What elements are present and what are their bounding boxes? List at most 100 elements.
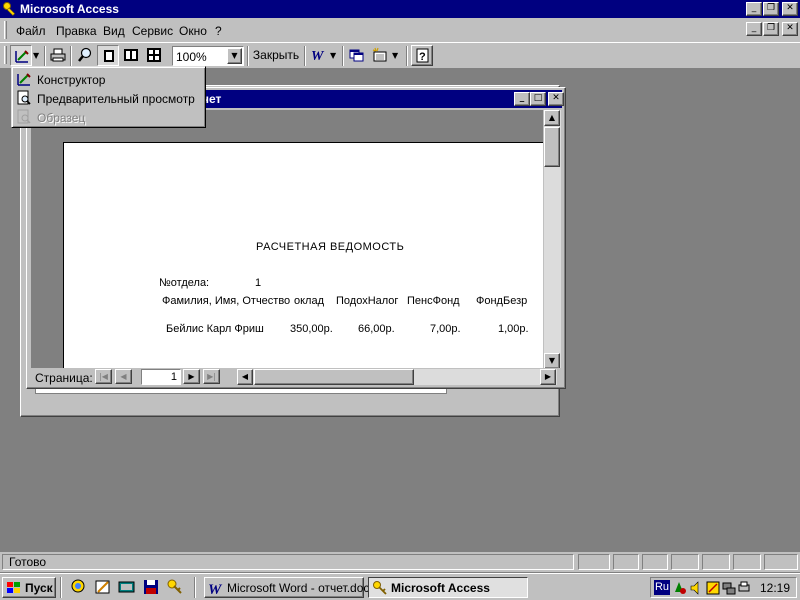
- volume-icon[interactable]: [689, 580, 703, 596]
- quicklaunch-app[interactable]: [142, 578, 162, 598]
- one-page-icon: [104, 50, 114, 62]
- network-icon[interactable]: [722, 580, 736, 596]
- menu-item-label: Предварительный просмотр: [37, 92, 195, 106]
- page-number-input[interactable]: 1: [141, 369, 181, 385]
- status-panel: [764, 554, 798, 570]
- zoom-button[interactable]: [74, 45, 96, 66]
- access-key-icon: [373, 581, 387, 595]
- doc-close-button[interactable]: ✕: [782, 22, 798, 36]
- printer-tray-icon[interactable]: [737, 580, 751, 596]
- scroll-thumb[interactable]: [544, 127, 560, 167]
- scheduler-icon[interactable]: [706, 580, 720, 596]
- status-panel: [702, 554, 730, 570]
- scroll-up-button[interactable]: ▲: [544, 110, 560, 126]
- vertical-scrollbar[interactable]: ▲ ▼: [544, 110, 561, 370]
- office-links-dropdown[interactable]: ▼: [330, 46, 340, 66]
- svg-text:W: W: [311, 49, 325, 63]
- close-preview-button[interactable]: Закрыть: [250, 46, 302, 66]
- two-pages-button[interactable]: [120, 45, 142, 66]
- menu-item-label: Конструктор: [37, 73, 106, 87]
- key-icon: [167, 579, 182, 594]
- task-label: Microsoft Access: [391, 581, 490, 595]
- report-maximize-button[interactable]: □: [530, 92, 546, 106]
- language-indicator[interactable]: Ru: [654, 580, 670, 595]
- close-app-button[interactable]: ✕: [782, 2, 798, 16]
- menu-window[interactable]: Окно: [179, 24, 207, 38]
- last-page-button[interactable]: ▶|: [203, 369, 220, 384]
- printer-icon: [50, 48, 66, 62]
- report-close-button[interactable]: ✕: [548, 92, 564, 106]
- menu-help[interactable]: ?: [215, 24, 222, 38]
- scroll-right-button[interactable]: ▶: [540, 369, 556, 385]
- table-cell: 66,00р.: [358, 323, 395, 335]
- help-button[interactable]: ?: [411, 45, 433, 66]
- preview-canvas[interactable]: РАСЧЕТНАЯ ВЕДОМОСТЬ №отдела: 1 Фамилия, …: [31, 110, 543, 370]
- menu-grip[interactable]: [4, 21, 7, 39]
- page-label: Страница:: [35, 371, 93, 385]
- view-dropdown-arrow[interactable]: ▼: [33, 46, 43, 66]
- report-minimize-button[interactable]: _: [514, 92, 530, 106]
- windows-taskbar: Пуск W Microsoft Word - отчет.doc Micros…: [0, 573, 800, 600]
- restore-button[interactable]: ❐: [763, 2, 779, 16]
- status-panel: [642, 554, 668, 570]
- toolbar-grip[interactable]: [4, 46, 7, 64]
- task-button-access[interactable]: Microsoft Access: [368, 577, 528, 598]
- show-desktop-icon: [118, 581, 135, 593]
- prev-page-button[interactable]: ◀: [115, 369, 132, 384]
- multiple-pages-icon: [147, 48, 161, 62]
- office-links-button[interactable]: W: [307, 45, 329, 66]
- one-page-button[interactable]: [97, 45, 119, 66]
- view-button[interactable]: [10, 45, 32, 66]
- system-tray: Ru 12:19: [650, 577, 797, 598]
- hscroll-thumb[interactable]: [254, 369, 414, 385]
- multiple-pages-button[interactable]: [143, 45, 165, 66]
- print-button[interactable]: [47, 45, 69, 66]
- menu-view[interactable]: Вид: [103, 24, 125, 38]
- tray-app-icon[interactable]: [673, 580, 687, 596]
- next-page-button[interactable]: ▶: [183, 369, 200, 384]
- quicklaunch-explorer[interactable]: [70, 578, 90, 598]
- zoom-combo[interactable]: 100% ▼: [172, 46, 244, 66]
- horizontal-scrollbar[interactable]: ◀ ▶: [237, 369, 557, 385]
- svg-text:W: W: [208, 582, 223, 596]
- scroll-left-button[interactable]: ◀: [237, 369, 253, 385]
- report-title: РАСЧЕТНАЯ ВЕДОМОСТЬ: [256, 241, 405, 253]
- print-preview-icon: [17, 90, 31, 105]
- quicklaunch-desktop[interactable]: [118, 578, 138, 598]
- status-text: Готово: [2, 554, 574, 570]
- scroll-down-button[interactable]: ▼: [544, 353, 560, 369]
- clock[interactable]: 12:19: [760, 581, 790, 595]
- start-button[interactable]: Пуск: [2, 577, 56, 598]
- status-panel: [578, 554, 610, 570]
- column-header: оклад: [294, 295, 325, 307]
- windows-logo-icon: [7, 582, 20, 593]
- print-preview-toolbar: ▼ 100% ▼ Закрыть W ▼ ▼ ?: [0, 42, 800, 68]
- menu-item-layout-preview: Образец: [14, 108, 204, 127]
- minimize-button[interactable]: _: [746, 2, 762, 16]
- dept-label: №отдела:: [159, 277, 210, 289]
- menu-tools[interactable]: Сервис: [132, 24, 173, 38]
- menu-edit[interactable]: Правка: [56, 24, 97, 38]
- menu-file[interactable]: Файл: [16, 24, 46, 38]
- explorer-icon: [71, 579, 85, 593]
- chevron-down-icon[interactable]: ▼: [227, 48, 242, 64]
- column-header: Фамилия, Имя, Отчество: [162, 295, 291, 307]
- design-view-icon: [15, 50, 29, 63]
- task-button-word[interactable]: W Microsoft Word - отчет.doc: [204, 577, 369, 598]
- report-preview-window[interactable]: чет _ □ ✕ РАСЧЕТНАЯ ВЕДОМОСТЬ №отдела: 1…: [26, 87, 566, 389]
- doc-restore-button[interactable]: ❐: [763, 22, 779, 36]
- new-object-button[interactable]: [369, 45, 391, 66]
- table-cell: 350,00р.: [290, 323, 333, 335]
- new-object-dropdown[interactable]: ▼: [392, 46, 402, 66]
- page-navigation-bar: Страница: |◀ ◀ 1 ▶ ▶| ◀ ▶: [31, 368, 561, 386]
- doc-minimize-button[interactable]: _: [746, 22, 762, 36]
- status-panel: [671, 554, 699, 570]
- separator: [406, 46, 408, 66]
- menu-item-design-view[interactable]: Конструктор: [14, 70, 204, 89]
- quicklaunch-access[interactable]: [166, 578, 186, 598]
- menu-item-print-preview[interactable]: Предварительный просмотр: [14, 89, 204, 108]
- menu-bar: Файл Правка Вид Сервис Окно ? _ ❐ ✕: [0, 18, 800, 42]
- first-page-button[interactable]: |◀: [95, 369, 112, 384]
- database-window-button[interactable]: [346, 45, 368, 66]
- quicklaunch-outlook[interactable]: [94, 578, 114, 598]
